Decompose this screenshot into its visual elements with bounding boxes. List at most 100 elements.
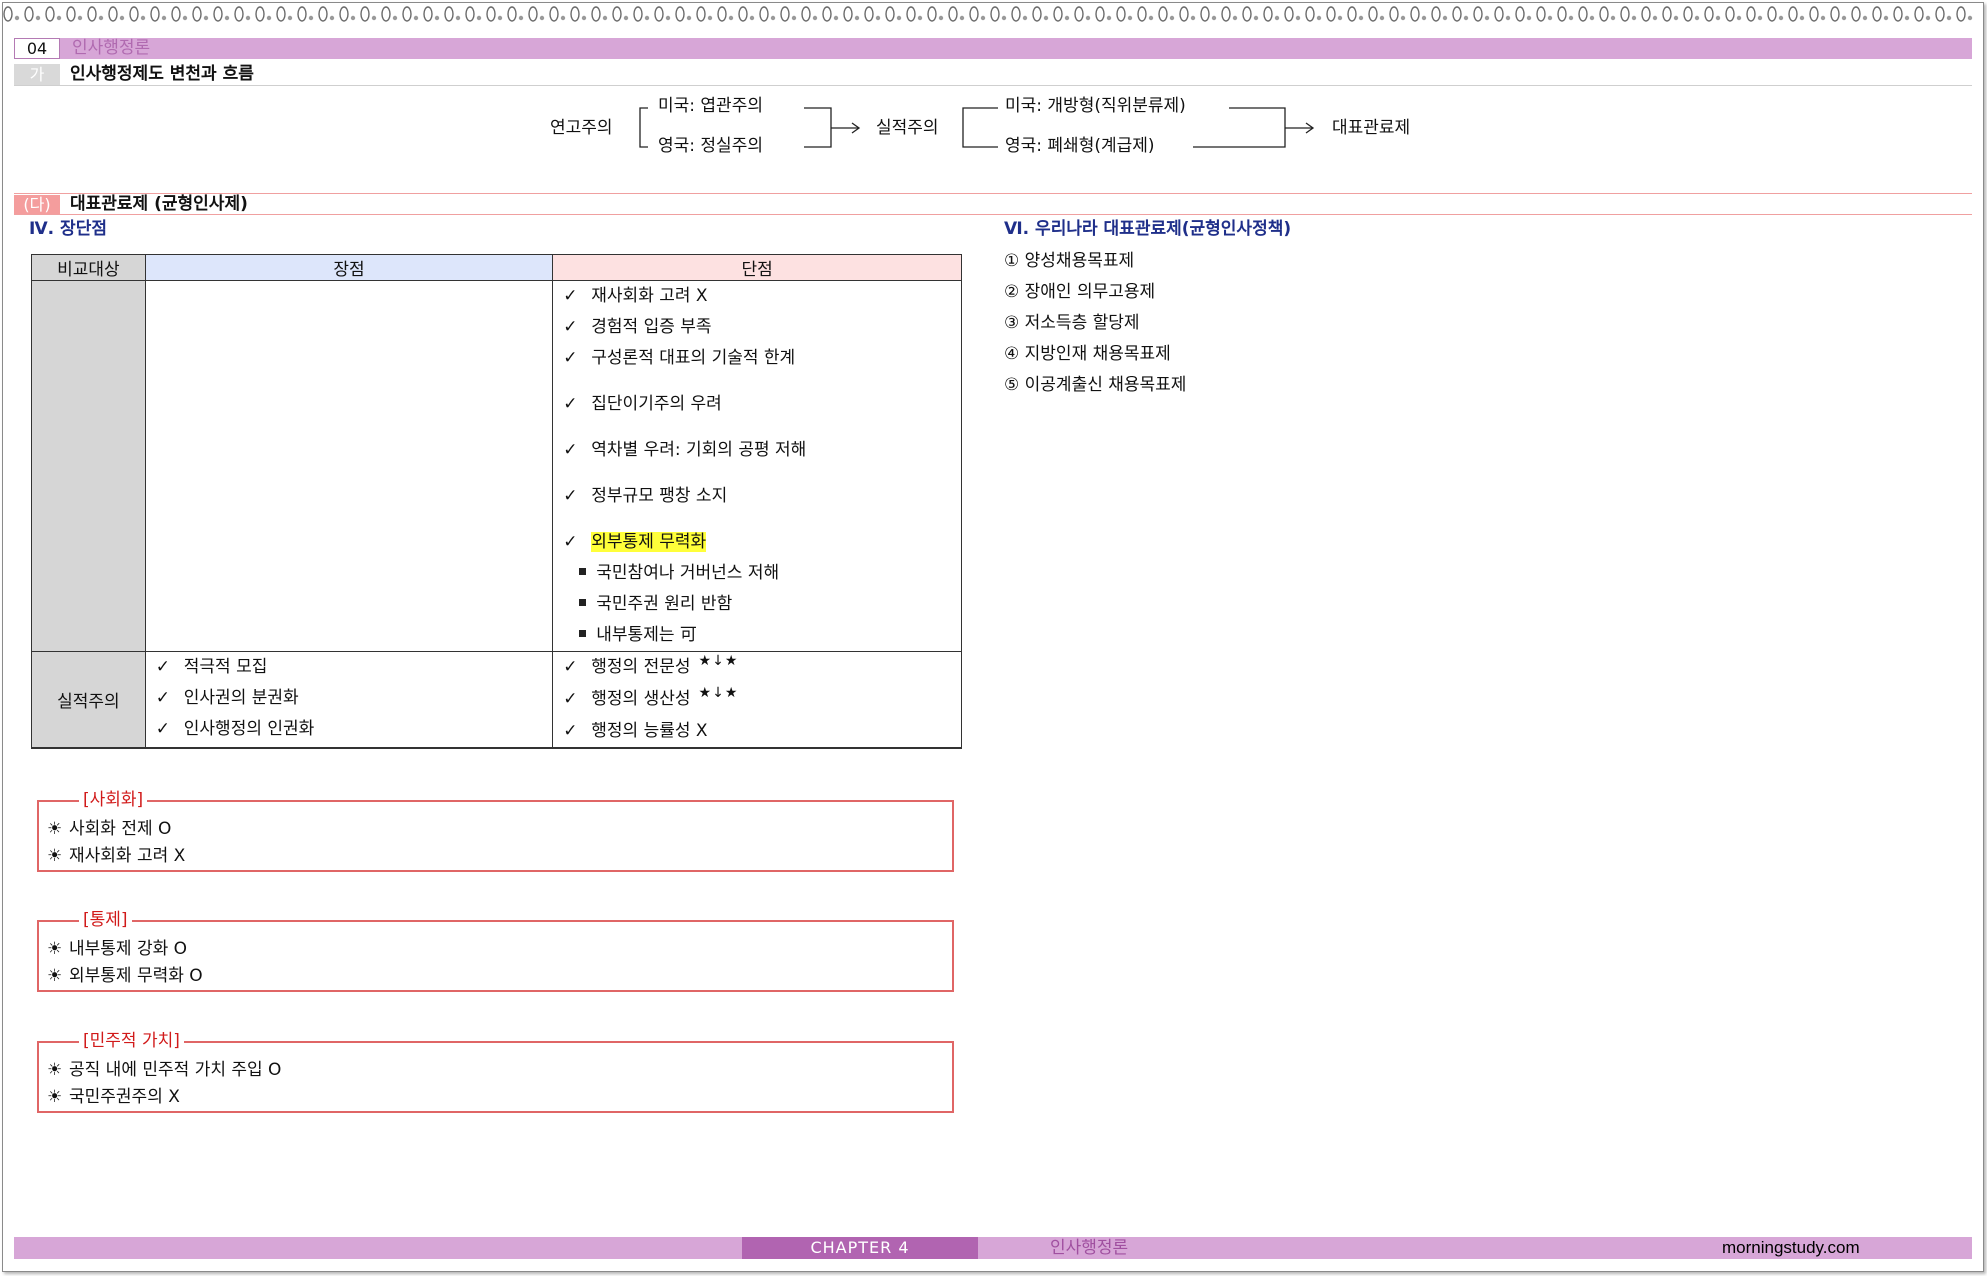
- table-row: 실적주의 ✓ 적극적 모집 ✓ 인사권의 분권화 ✓ 인사행정의 인권화 ✓ 행정의 전문성…: [31, 651, 962, 749]
- check-icon: ✓: [155, 688, 171, 708]
- check-icon: ✓: [563, 286, 578, 306]
- chapter-title: 인사행정론: [72, 38, 151, 58]
- summary-box-line: ☀ 내부통제 강화 O: [47, 938, 187, 960]
- sun-icon: ☀: [47, 1087, 63, 1107]
- summary-box-line: ☀ 공직 내에 민주적 가치 주입 O: [47, 1059, 281, 1081]
- cons-item: ✓ 행정의 전문성 ★↓★: [563, 652, 953, 684]
- summary-box: [사회화] ☀ 사회화 전제 O ☀ 재사회화 고려 X: [37, 789, 954, 872]
- square-bullet-icon: [579, 598, 587, 606]
- sub-item-text: 국민참여나 거버넌스 저해: [596, 563, 780, 583]
- section-marker-ga: 가: [14, 64, 60, 85]
- highlight-text: 외부통제 무력화: [591, 532, 707, 552]
- summary-box-title: [사회화]: [79, 789, 148, 811]
- flow-uk-patronage: 영국: 정실주의: [658, 136, 763, 156]
- col-cons: 단점: [552, 254, 962, 281]
- sub-item: 국민주권 원리 반함: [563, 589, 953, 620]
- pros-item-text: 인사행정의 인권화: [183, 719, 315, 739]
- policy-item: ① 양성채용목표제: [1004, 251, 1135, 271]
- summary-box-line: ☀ 재사회화 고려 X: [47, 845, 185, 867]
- cons-item: ✓ 역차별 우려: 기회의 공평 저해: [563, 435, 953, 466]
- row2-subject: 실적주의: [31, 651, 146, 749]
- flow-seniority: 연고주의: [550, 118, 613, 138]
- flow-us-open: 미국: 개방형(직위분류제): [1005, 96, 1186, 116]
- sub-item: 내부통제는 可: [563, 620, 953, 651]
- check-icon: ✓: [155, 719, 171, 739]
- stars-icon: ★↓★: [698, 685, 739, 701]
- flow-merit: 실적주의: [876, 118, 939, 138]
- col-subject: 비교대상: [31, 254, 146, 281]
- summary-box: [민주적 가치] ☀ 공직 내에 민주적 가치 주입 O ☀ 국민주권주의 X: [37, 1030, 954, 1113]
- flow-uk-closed: 영국: 폐쇄형(계급제): [1005, 136, 1155, 156]
- cons-item-highlight: ✓ 외부통제 무력화: [563, 527, 953, 558]
- row2-pros: ✓ 적극적 모집 ✓ 인사권의 분권화 ✓ 인사행정의 인권화: [144, 651, 554, 749]
- cons-item: ✓ 재사회화 고려 X: [563, 281, 953, 312]
- summary-box-title: [민주적 가치]: [79, 1030, 184, 1052]
- row2-cons-list: ✓ 행정의 전문성 ★↓★ ✓ 행정의 생산성 ★↓★ ✓ 행정의 능률성 X: [563, 652, 953, 747]
- summary-line-text: 사회화 전제 O: [69, 819, 172, 839]
- page: 04 인사행정론 가 인사행정제도 변천과 흐름 연고주의 미국: 엽관주의 영…: [0, 0, 1987, 1276]
- pros-item: ✓ 인사행정의 인권화: [156, 714, 545, 745]
- pros-cons-table: 비교대상 장점 단점 ✓ 재사회화 고려 X ✓ 경험적 입증 부족 ✓ 구성론적 대표의…: [31, 254, 962, 749]
- stars-icon: ★↓★: [698, 653, 739, 669]
- section-divider-top: [14, 193, 1972, 194]
- cons-item: ✓ 경험적 입증 부족: [563, 312, 953, 343]
- section-marker-da: (다): [14, 195, 60, 214]
- cons-item-text: 행정의 전문성: [591, 657, 691, 677]
- section-title-da: 대표관료제 (균형인사제): [70, 194, 248, 214]
- policy-item: ⑤ 이공계출신 채용목표제: [1004, 375, 1187, 395]
- flow-representative: 대표관료제: [1332, 118, 1411, 138]
- square-bullet-icon: [579, 567, 587, 575]
- policy-item: ③ 저소득층 할당제: [1004, 313, 1140, 333]
- summary-line-text: 국민주권주의 X: [69, 1087, 180, 1107]
- policy-item: ④ 지방인재 채용목표제: [1004, 344, 1171, 364]
- row1-sub-list: 국민참여나 거버넌스 저해국민주권 원리 반함내부통제는 可: [563, 558, 953, 651]
- row2-cons: ✓ 행정의 전문성 ★↓★ ✓ 행정의 생산성 ★↓★ ✓ 행정의 능률성 X: [552, 651, 962, 749]
- row1-cons-list: ✓ 재사회화 고려 X ✓ 경험적 입증 부족 ✓ 구성론적 대표의 기술적 한계 ✓ 집단이…: [563, 281, 953, 512]
- korea-policy-heading: Ⅵ. 우리나라 대표관료제(균형인사정책): [1004, 219, 1292, 239]
- sun-icon: ☀: [47, 819, 63, 839]
- summary-box-line: ☀ 외부통제 무력화 O: [47, 965, 203, 987]
- summary-box-line: ☀ 국민주권주의 X: [47, 1086, 180, 1108]
- cons-item: ✓ 구성론적 대표의 기술적 한계: [563, 343, 953, 374]
- cons-item: ✓ 행정의 능률성 X: [563, 716, 953, 747]
- personnel-system-flow-diagram: 연고주의 미국: 엽관주의 영국: 정실주의 실적주의 미국: 개방형(직위분류…: [540, 90, 1460, 165]
- policy-item: ② 장애인 의무고용제: [1004, 282, 1156, 302]
- row1-pros: [144, 280, 554, 652]
- footer-title: 인사행정론: [1050, 1238, 1129, 1258]
- check-icon: ✓: [563, 348, 578, 368]
- section-divider: [14, 85, 1972, 86]
- pros-item: ✓ 적극적 모집: [156, 652, 545, 683]
- cons-item: ✓ 정부규모 팽창 소지: [563, 481, 953, 512]
- section-divider-bottom: [14, 214, 1972, 215]
- sub-item-text: 국민주권 원리 반함: [596, 594, 733, 614]
- summary-line-text: 내부통제 강화 O: [69, 939, 188, 959]
- row1-subject: [31, 280, 146, 652]
- cons-item-text: 재사회화 고려 X: [591, 286, 708, 306]
- flow-us-spoils: 미국: 엽관주의: [658, 96, 763, 116]
- check-icon: ✓: [563, 532, 578, 552]
- cons-item-text: 구성론적 대표의 기술적 한계: [591, 348, 796, 368]
- sun-icon: ☀: [47, 966, 63, 986]
- summary-line-text: 외부통제 무력화 O: [69, 966, 203, 986]
- sub-item: 국민참여나 거버넌스 저해: [563, 558, 953, 589]
- cons-item-text: 역차별 우려: 기회의 공평 저해: [591, 440, 807, 460]
- cons-item-text: 행정의 생산성: [591, 689, 691, 709]
- check-icon: ✓: [563, 394, 578, 414]
- table-row: ✓ 재사회화 고려 X ✓ 경험적 입증 부족 ✓ 구성론적 대표의 기술적 한계 ✓ 집단이…: [31, 280, 962, 652]
- summary-box-title: [통제]: [79, 909, 132, 931]
- cons-item-text: 집단이기주의 우려: [591, 394, 722, 414]
- header-bar: [14, 38, 1972, 59]
- korea-policy-list: ① 양성채용목표제 ② 장애인 의무고용제 ③ 저소득층 할당제 ④ 지방인재 채용목…: [1004, 246, 1186, 401]
- summary-line-text: 공직 내에 민주적 가치 주입 O: [69, 1060, 282, 1080]
- sun-icon: ☀: [47, 939, 63, 959]
- chapter-number: 04: [14, 38, 60, 59]
- check-icon: ✓: [155, 657, 171, 677]
- check-icon: ✓: [563, 440, 578, 460]
- cons-item-text: 행정의 능률성 X: [591, 721, 708, 741]
- footer-bar: [14, 1237, 1972, 1259]
- summary-box-line: ☀ 사회화 전제 O: [47, 818, 171, 840]
- summary-line-text: 재사회화 고려 X: [69, 846, 186, 866]
- row1-cons: ✓ 재사회화 고려 X ✓ 경험적 입증 부족 ✓ 구성론적 대표의 기술적 한계 ✓ 집단이…: [552, 280, 962, 652]
- pros-item-text: 인사권의 분권화: [183, 688, 299, 708]
- cons-item-text: 정부규모 팽창 소지: [591, 486, 728, 506]
